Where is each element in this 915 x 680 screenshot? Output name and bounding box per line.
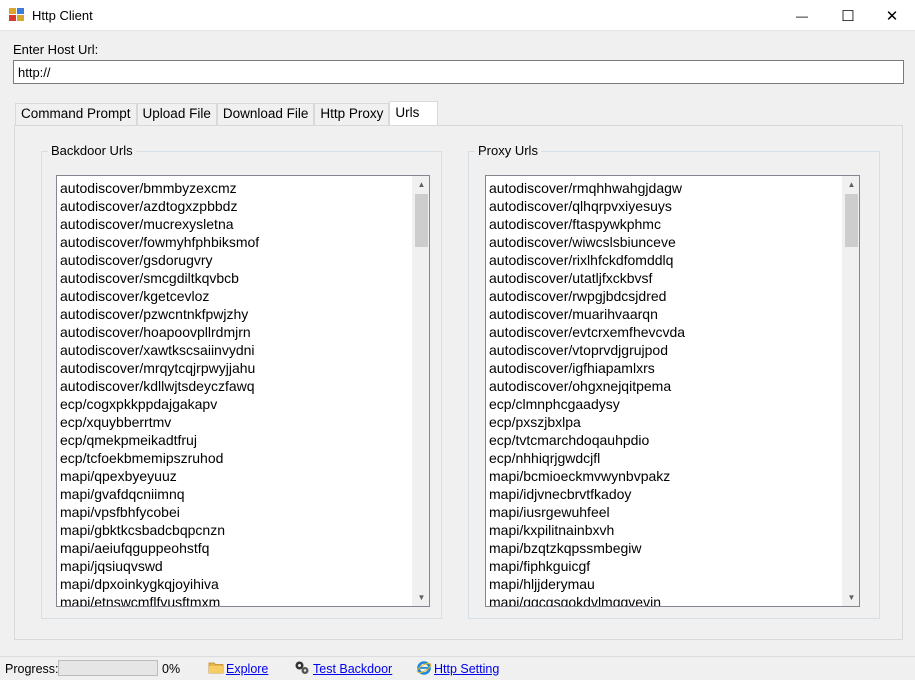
proxy-list-scrollbar[interactable]: ▲ ▼	[842, 176, 859, 606]
list-item[interactable]: autodiscover/pzwcntnkfpwjzhy	[60, 305, 409, 323]
scroll-down-icon[interactable]: ▼	[413, 589, 429, 606]
tab-http-proxy[interactable]: Http Proxy	[314, 103, 390, 125]
scroll-thumb[interactable]	[845, 194, 858, 247]
scroll-down-icon[interactable]: ▼	[843, 589, 859, 606]
tab-urls[interactable]: Urls	[389, 101, 439, 126]
window-title: Http Client	[32, 8, 93, 23]
proxy-list-items: autodiscover/rmqhhwahgjdagw autodiscover/…	[489, 179, 839, 606]
list-item[interactable]: mapi/gbktkcsbadcbqpcnzn	[60, 521, 409, 539]
list-item[interactable]: autodiscover/hoapoovpllrdmjrn	[60, 323, 409, 341]
list-item[interactable]: mapi/ggcgsgokdvlmggvevin	[489, 593, 839, 606]
app-icon	[9, 8, 25, 22]
list-item[interactable]: autodiscover/igfhiapamlxrs	[489, 359, 839, 377]
list-item[interactable]: ecp/tcfoekbmemipszruhod	[60, 449, 409, 467]
list-item[interactable]: autodiscover/smcgdiltkqvbcb	[60, 269, 409, 287]
progress-label: Progress:	[5, 662, 59, 676]
list-item[interactable]: autodiscover/utatljfxckbvsf	[489, 269, 839, 287]
list-item[interactable]: autodiscover/kdllwjtsdeyczfawq	[60, 377, 409, 395]
maximize-button[interactable]: ☐	[825, 0, 871, 31]
list-item[interactable]: ecp/qmekpmeikadtfruj	[60, 431, 409, 449]
http-setting-link[interactable]: Http Setting	[434, 662, 499, 676]
list-item[interactable]: autodiscover/gsdorugvry	[60, 251, 409, 269]
scroll-up-icon[interactable]: ▲	[843, 176, 859, 193]
internet-explorer-icon	[416, 661, 432, 675]
list-item[interactable]: autodiscover/ftaspywkphmc	[489, 215, 839, 233]
proxy-urls-list[interactable]: autodiscover/rmqhhwahgjdagw autodiscover/…	[485, 175, 860, 607]
list-item[interactable]: autodiscover/vtoprvdjgrujpod	[489, 341, 839, 359]
list-item[interactable]: mapi/kxpilitnainbxvh	[489, 521, 839, 539]
list-item[interactable]: mapi/iusrgewuhfeel	[489, 503, 839, 521]
folder-icon	[208, 662, 224, 674]
gears-icon	[295, 661, 309, 674]
list-item[interactable]: autodiscover/rwpgjbdcsjdred	[489, 287, 839, 305]
list-item[interactable]: autodiscover/xawtkscsaiinvydni	[60, 341, 409, 359]
progress-percent: 0%	[162, 662, 181, 676]
proxy-urls-group: Proxy Urls autodiscover/rmqhhwahgjdagw au…	[468, 143, 880, 619]
list-item[interactable]: mapi/idjvnecbrvtfkadoy	[489, 485, 839, 503]
list-item[interactable]: mapi/bcmioeckmvwynbvpakz	[489, 467, 839, 485]
list-item[interactable]: autodiscover/mucrexysletna	[60, 215, 409, 233]
progress-bar	[58, 660, 158, 676]
proxy-urls-label: Proxy Urls	[475, 143, 541, 158]
tab-command-prompt[interactable]: Command Prompt	[15, 103, 137, 125]
backdoor-list-scrollbar[interactable]: ▲ ▼	[412, 176, 429, 606]
title-bar: Http Client — ☐ ✕	[0, 0, 915, 31]
list-item[interactable]: mapi/dpxoinkygkqjoyihiva	[60, 575, 409, 593]
list-item[interactable]: ecp/clmnphcgaadysy	[489, 395, 839, 413]
list-item[interactable]: ecp/cogxpkkppdajgakapv	[60, 395, 409, 413]
host-url-label: Enter Host Url:	[13, 42, 99, 57]
backdoor-urls-list[interactable]: autodiscover/bmmbyzexcmz autodiscover/azd…	[56, 175, 430, 607]
backdoor-urls-group: Backdoor Urls autodiscover/bmmbyzexcmz au…	[41, 143, 442, 619]
list-item[interactable]: mapi/etnswcmflfvusftmxm	[60, 593, 409, 606]
minimize-icon: —	[796, 8, 808, 23]
maximize-icon: ☐	[841, 7, 855, 25]
explore-link[interactable]: Explore	[226, 662, 268, 676]
list-item[interactable]: ecp/xquybberrtmv	[60, 413, 409, 431]
list-item[interactable]: autodiscover/kgetcevloz	[60, 287, 409, 305]
tab-strip: Command Prompt Upload File Download File…	[15, 101, 439, 126]
scroll-up-icon[interactable]: ▲	[413, 176, 429, 193]
list-item[interactable]: mapi/aeiufqguppeohstfq	[60, 539, 409, 557]
list-item[interactable]: autodiscover/muarihvaarqn	[489, 305, 839, 323]
list-item[interactable]: autodiscover/wiwcslsbiunceve	[489, 233, 839, 251]
list-item[interactable]: mapi/vpsfbhfycobei	[60, 503, 409, 521]
list-item[interactable]: autodiscover/mrqytcqjrpwyjjahu	[60, 359, 409, 377]
minimize-button[interactable]: —	[779, 0, 825, 31]
status-bar: Progress: 0% Explore Test Backdoor Http …	[0, 656, 915, 680]
tab-upload-file[interactable]: Upload File	[136, 103, 217, 125]
list-item[interactable]: autodiscover/rixlhfckdfomddlq	[489, 251, 839, 269]
list-item[interactable]: autodiscover/qlhqrpvxiyesuys	[489, 197, 839, 215]
list-item[interactable]: autodiscover/rmqhhwahgjdagw	[489, 179, 839, 197]
host-url-input[interactable]	[13, 60, 904, 84]
tab-download-file[interactable]: Download File	[216, 103, 315, 125]
list-item[interactable]: autodiscover/evtcrxemfhevcvda	[489, 323, 839, 341]
list-item[interactable]: mapi/fiphkguicgf	[489, 557, 839, 575]
list-item[interactable]: ecp/pxszjbxlpa	[489, 413, 839, 431]
list-item[interactable]: mapi/bzqtzkqpssmbegiw	[489, 539, 839, 557]
scroll-thumb[interactable]	[415, 194, 428, 247]
list-item[interactable]: autodiscover/ohgxnejqitpema	[489, 377, 839, 395]
list-item[interactable]: ecp/tvtcmarchdoqauhpdio	[489, 431, 839, 449]
list-item[interactable]: mapi/gvafdqcniimnq	[60, 485, 409, 503]
urls-tab-panel: Backdoor Urls autodiscover/bmmbyzexcmz au…	[14, 125, 903, 640]
list-item[interactable]: autodiscover/fowmyhfphbiksmof	[60, 233, 409, 251]
backdoor-list-items: autodiscover/bmmbyzexcmz autodiscover/azd…	[60, 179, 409, 606]
list-item[interactable]: mapi/qpexbyeyuuz	[60, 467, 409, 485]
test-backdoor-link[interactable]: Test Backdoor	[313, 662, 392, 676]
close-icon: ✕	[885, 7, 899, 25]
list-item[interactable]: ecp/nhhiqrjgwdcjfl	[489, 449, 839, 467]
list-item[interactable]: mapi/jqsiuqvswd	[60, 557, 409, 575]
list-item[interactable]: autodiscover/bmmbyzexcmz	[60, 179, 409, 197]
list-item[interactable]: mapi/hljjderymau	[489, 575, 839, 593]
close-button[interactable]: ✕	[869, 0, 915, 31]
backdoor-urls-label: Backdoor Urls	[48, 143, 136, 158]
list-item[interactable]: autodiscover/azdtogxzpbbdz	[60, 197, 409, 215]
